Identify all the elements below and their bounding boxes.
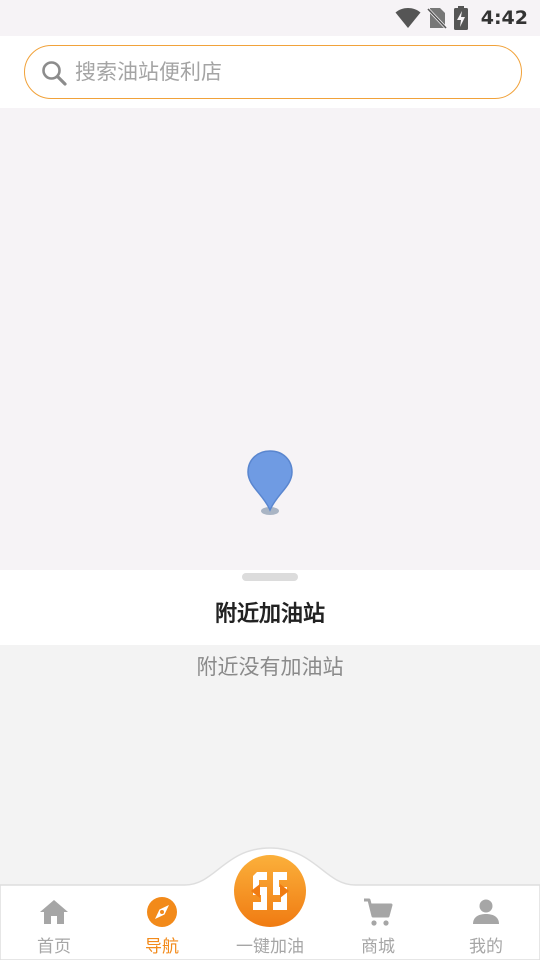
wifi-icon [395,8,421,28]
compass-icon [147,897,177,927]
person-icon [473,899,499,924]
tab-mall[interactable]: 商城 [324,890,432,960]
tab-label: 导航 [145,937,179,957]
tab-label: 我的 [469,937,503,957]
location-pin-icon[interactable] [245,448,295,518]
search-box[interactable] [24,45,522,99]
logo-icon[interactable] [233,854,307,928]
status-bar: 4:42 [0,0,540,36]
battery-charging-icon [453,6,468,30]
tab-label: 商城 [361,937,395,957]
search-area [0,36,540,108]
panel-header: 附近加油站 [0,570,540,645]
no-sim-icon [426,7,447,29]
bottom-tab-bar: 首页 导航 一键加油 商城 我的 [0,840,540,960]
search-icon [42,61,67,86]
home-icon [40,900,68,924]
tab-home[interactable]: 首页 [0,890,108,960]
cart-icon [364,898,393,926]
empty-message: 附近没有加油站 [196,655,344,679]
status-icons: 4:42 [395,6,528,30]
tab-navigation[interactable]: 导航 [108,890,216,960]
panel-title: 附近加油站 [214,602,325,627]
tab-quick-refuel-label[interactable]: 一键加油 [216,932,324,957]
status-time: 4:42 [480,7,528,29]
tab-label: 首页 [37,937,71,957]
drag-handle[interactable] [242,573,298,581]
search-input[interactable] [75,46,505,98]
tab-profile[interactable]: 我的 [432,890,540,960]
